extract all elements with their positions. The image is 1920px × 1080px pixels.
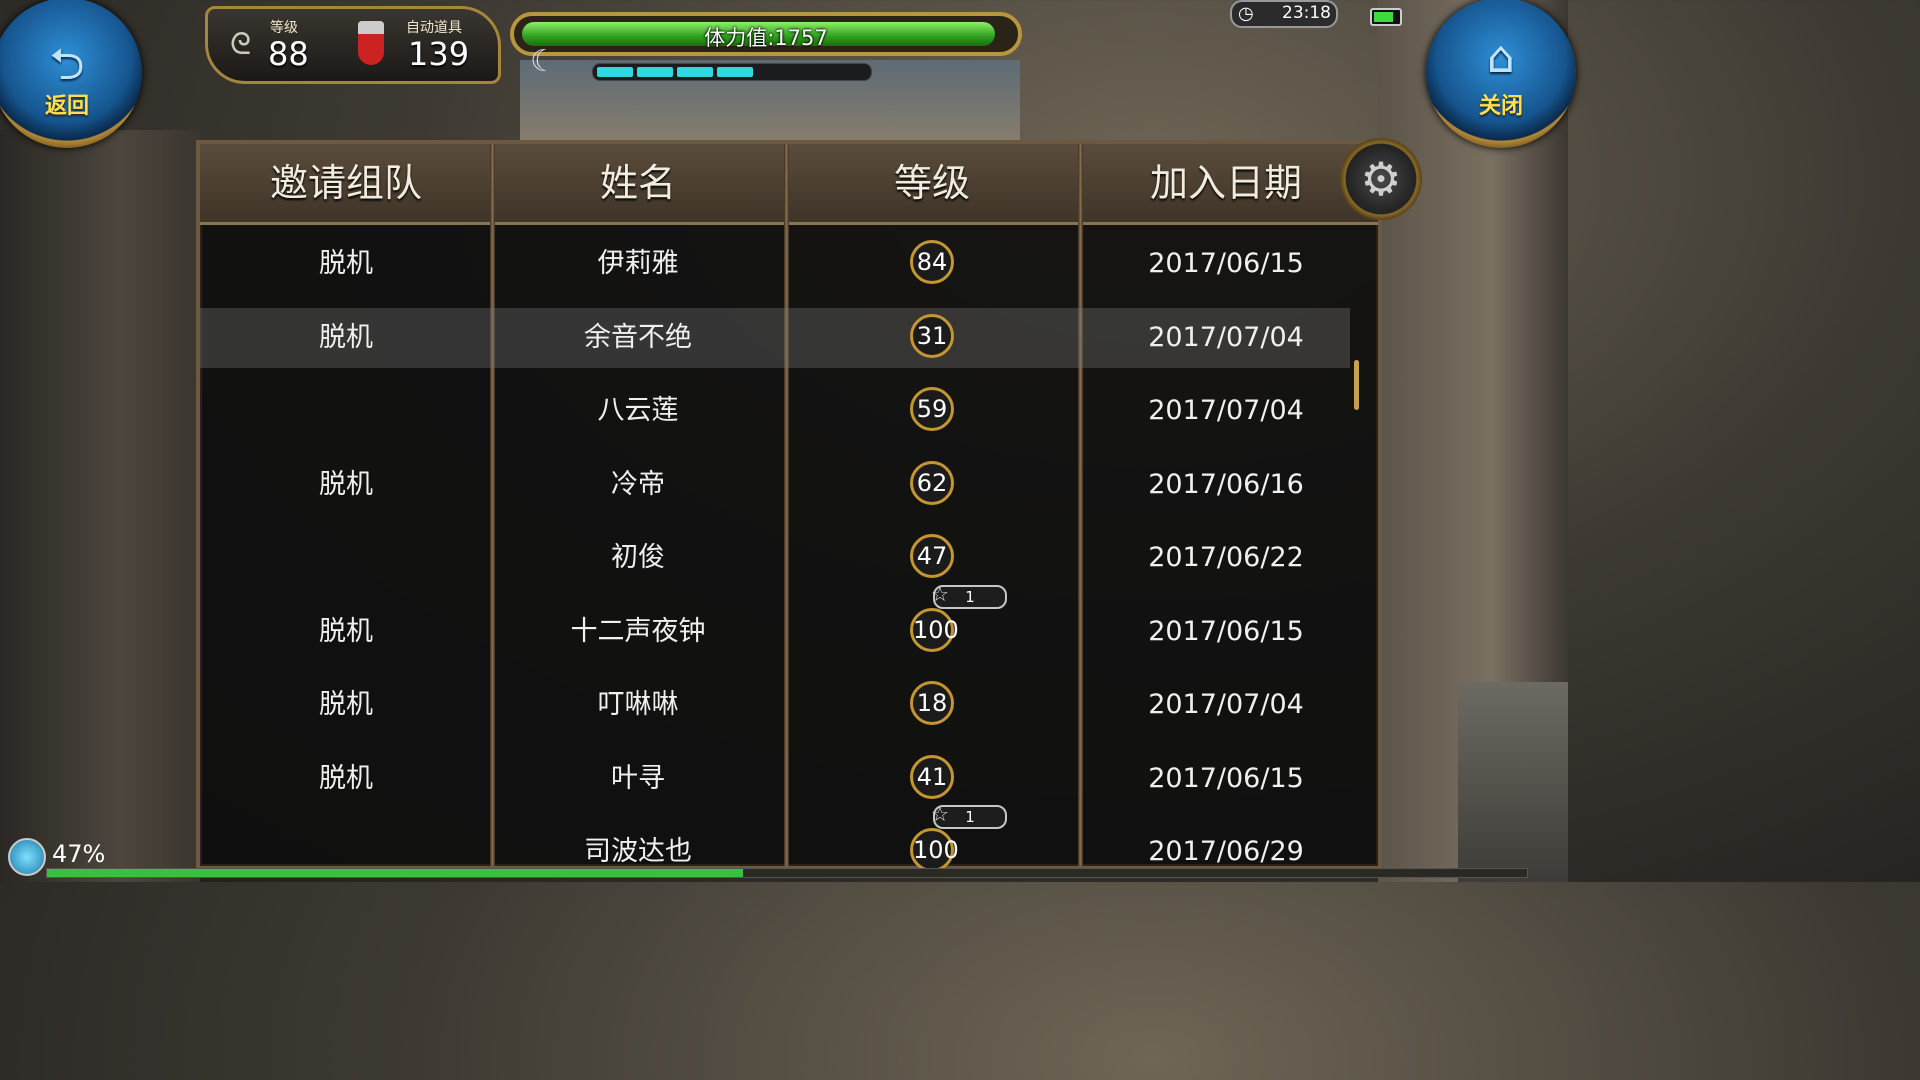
exp-orb-icon	[8, 838, 46, 876]
member-level: 47	[916, 542, 948, 570]
member-level-badge: 100 ☆ 1	[910, 584, 1007, 652]
auto-item-caption: 自动道具	[406, 20, 462, 36]
member-level-badge: 84	[910, 240, 954, 284]
auto-item-value[interactable]: 139	[408, 35, 469, 73]
energy-bar	[592, 63, 872, 81]
exp-percent: 47%	[52, 840, 106, 868]
member-name: 余音不绝	[584, 321, 692, 353]
table-row[interactable]: 脱机 余音不绝 31 2017/07/04	[200, 307, 1350, 368]
member-name: 初俊	[611, 542, 665, 573]
header-join-date[interactable]: 加入日期	[1080, 144, 1372, 222]
member-status[interactable]	[200, 381, 492, 441]
member-level: 100	[913, 836, 959, 864]
close-button[interactable]: ⌂ 关闭	[1426, 0, 1576, 148]
member-level: 100	[913, 615, 959, 644]
background-ground	[1458, 682, 1568, 882]
table-row[interactable]: 脱机 十二声夜钟 100 ☆ 1 2017/06/15	[200, 584, 1350, 662]
table-row[interactable]: 初俊 47 2017/06/22	[200, 528, 1350, 588]
member-join-date: 2017/06/16	[1148, 468, 1304, 500]
table-row[interactable]: 八云莲 59 2017/07/04	[200, 381, 1350, 441]
member-level: 18	[916, 689, 948, 717]
member-status[interactable]: 脱机	[200, 234, 492, 294]
potion-icon	[358, 21, 384, 65]
exp-fill	[47, 869, 743, 877]
exp-bar	[46, 868, 1528, 878]
member-name: 伊莉雅	[597, 248, 679, 279]
member-join-date: 2017/06/22	[1148, 542, 1304, 573]
moon-icon: ☾	[530, 44, 557, 79]
close-button-label: 关闭	[1478, 94, 1523, 119]
star-rank-value: 1	[965, 808, 975, 826]
back-button[interactable]: ⮌ 返回	[0, 0, 142, 148]
member-level-badge: 47	[910, 534, 954, 578]
member-level-badge: 18	[910, 681, 954, 725]
header-name[interactable]: 姓名	[492, 144, 784, 222]
member-status[interactable]: 脱机	[200, 308, 492, 368]
energy-segment	[717, 67, 753, 77]
member-name: 叶寻	[611, 762, 665, 794]
member-join-date: 2017/07/04	[1148, 321, 1304, 353]
background-wall-left	[0, 130, 200, 882]
member-level-badge: 100 ☆ 1	[910, 804, 1007, 872]
guild-member-panel: 邀请组队 姓名 等级 加入日期 脱机 伊莉雅 84 2017/06/15 脱机 余音不绝 3…	[196, 140, 1382, 872]
member-level-badge: 41	[910, 754, 954, 799]
home-icon: ⌂	[1487, 32, 1515, 83]
member-level: 59	[916, 395, 948, 423]
star-icon: ☆	[931, 581, 949, 606]
energy-segment	[597, 67, 633, 77]
member-join-date: 2017/06/15	[1148, 248, 1304, 279]
status-clock: ◷ 23:18	[1230, 0, 1338, 28]
member-join-date: 2017/06/15	[1148, 615, 1304, 647]
table-row[interactable]: 脱机 冷帝 62 2017/06/16	[200, 455, 1350, 515]
member-status[interactable]	[200, 528, 492, 588]
stamina-text: 体力值:1757	[704, 26, 828, 50]
back-button-label: 返回	[44, 94, 89, 119]
gear-icon: ⚙	[1360, 152, 1402, 206]
member-join-date: 2017/06/15	[1148, 762, 1304, 794]
member-level: 84	[916, 248, 948, 276]
member-level: 31	[916, 321, 948, 350]
table-header: 邀请组队 姓名 等级 加入日期	[200, 144, 1378, 225]
member-status[interactable]: 脱机	[200, 455, 492, 515]
swirl-icon: ᘓ	[230, 27, 252, 62]
header-invite-team[interactable]: 邀请组队	[200, 144, 492, 222]
energy-segment	[677, 67, 713, 77]
member-join-date: 2017/07/04	[1148, 395, 1304, 426]
stamina-bar: 体力值:1757	[510, 12, 1022, 56]
member-status[interactable]: 脱机	[200, 749, 492, 809]
member-level: 62	[916, 468, 948, 497]
star-rank-badge: ☆ 1	[931, 802, 1007, 829]
table-row[interactable]: 脱机 叮啉啉 18 2017/07/04	[200, 675, 1350, 735]
member-name: 八云莲	[597, 395, 679, 426]
table-row[interactable]: 脱机 伊莉雅 84 2017/06/15	[200, 234, 1350, 294]
star-rank-badge: ☆ 1	[931, 581, 1007, 609]
member-status[interactable]: 脱机	[200, 602, 492, 662]
clock-time: 23:18	[1282, 3, 1331, 23]
star-rank-value: 1	[965, 587, 975, 606]
member-join-date: 2017/07/04	[1148, 689, 1304, 720]
member-level-badge: 31	[910, 313, 954, 358]
level-caption: 等级	[270, 20, 298, 36]
member-name: 叮啉啉	[597, 689, 679, 720]
member-name: 冷帝	[611, 468, 665, 500]
battery-icon	[1370, 8, 1402, 26]
table-row[interactable]: 脱机 叶寻 41 2017/06/15	[200, 749, 1350, 809]
player-stat-plate: ᘓ 等级 88 自动道具 139	[205, 6, 501, 84]
member-status[interactable]: 脱机	[200, 675, 492, 735]
star-icon: ☆	[931, 802, 949, 826]
member-level: 41	[916, 762, 948, 791]
level-value: 88	[268, 35, 309, 73]
clock-icon: ◷	[1238, 3, 1254, 24]
list-scrollbar[interactable]	[1354, 360, 1359, 410]
battery-fill	[1374, 12, 1394, 22]
member-name: 十二声夜钟	[570, 615, 706, 647]
header-level[interactable]: 等级	[786, 144, 1078, 222]
settings-button[interactable]: ⚙	[1340, 138, 1422, 220]
member-level-badge: 62	[910, 460, 954, 505]
member-level-badge: 59	[910, 387, 954, 431]
energy-segment	[637, 67, 673, 77]
